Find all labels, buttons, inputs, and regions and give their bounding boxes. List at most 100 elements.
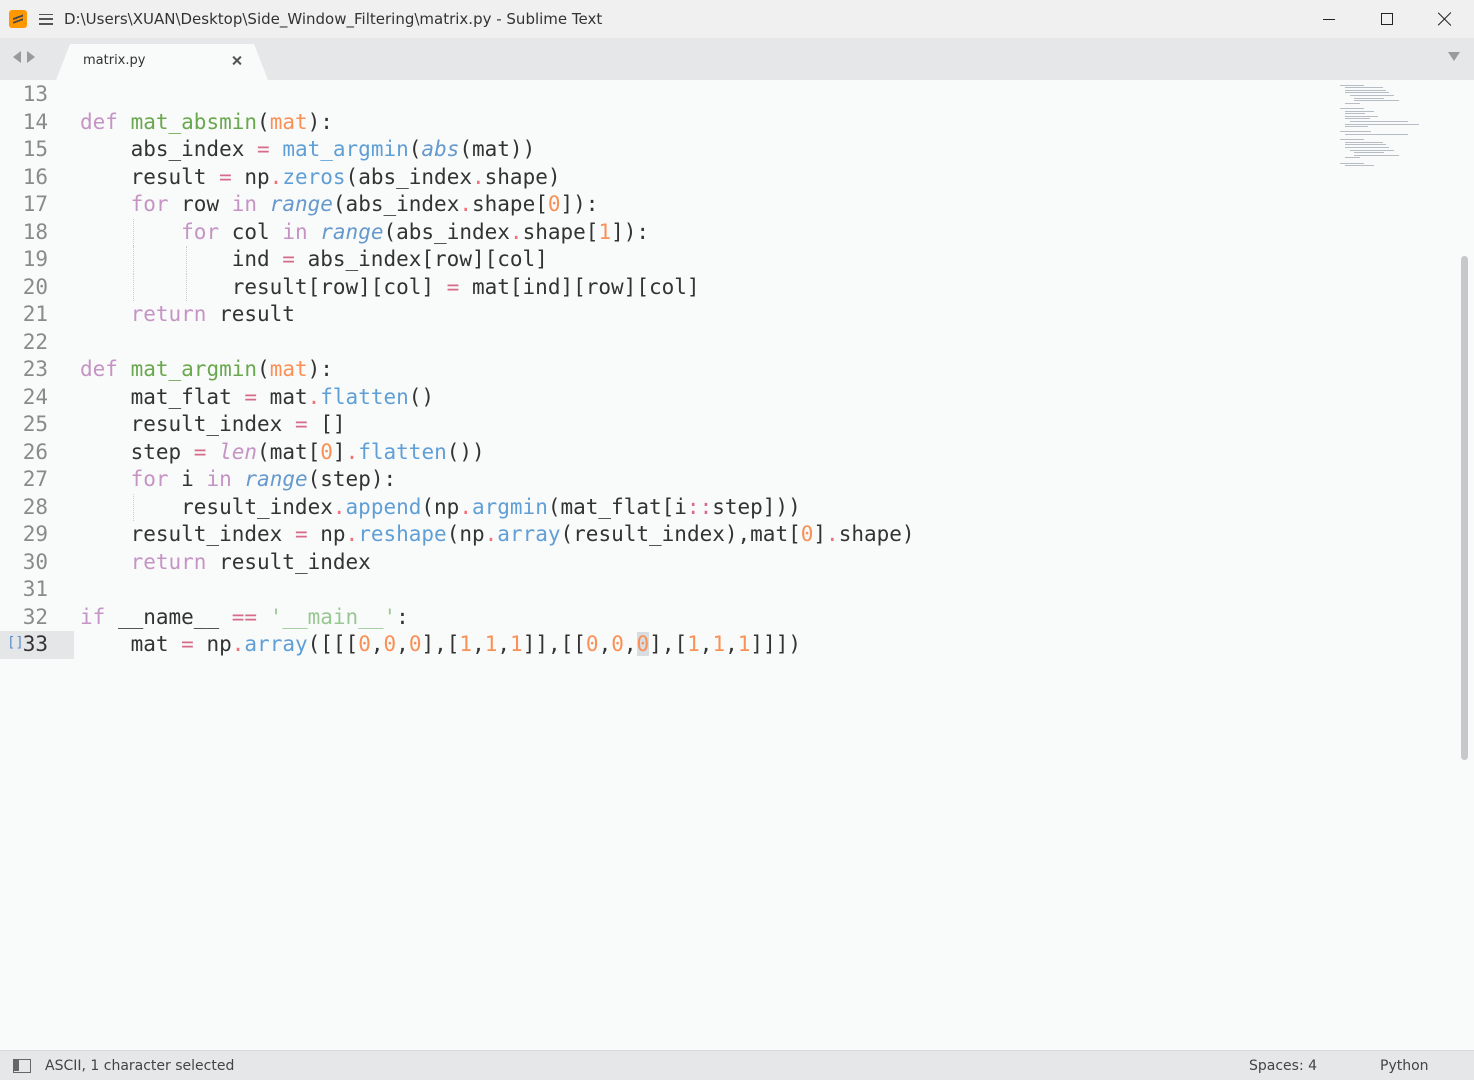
- minimize-icon: [1323, 18, 1335, 20]
- code-line[interactable]: 16 result = np.zeros(abs_index.shape): [0, 164, 1330, 192]
- code-text: step = len(mat[0].flatten()): [80, 439, 485, 464]
- minimap-line: [1340, 108, 1364, 109]
- code-text: return result: [130, 302, 295, 326]
- code-line[interactable]: 31: [0, 576, 1330, 604]
- indent-guide: [133, 246, 135, 274]
- minimize-button[interactable]: [1300, 0, 1358, 38]
- minimap-line: [1349, 149, 1394, 151]
- code-line[interactable]: 14 def mat_absmin(mat):: [0, 109, 1330, 137]
- code-line[interactable]: 18 for col in range(abs_index.shape[1]):: [0, 218, 1330, 246]
- line-number: 29: [22, 522, 48, 546]
- indent-guide: [185, 246, 187, 274]
- line-number: 17: [22, 192, 48, 216]
- minimap-line: [1340, 131, 1372, 133]
- code-line[interactable]: 26 step = len(mat[0].flatten()): [0, 439, 1330, 467]
- code-line[interactable]: 21 return result: [0, 301, 1330, 329]
- close-icon[interactable]: [231, 53, 243, 67]
- code-line[interactable]: 30 return result_index: [0, 549, 1330, 577]
- indent-guide: [133, 218, 135, 246]
- minimap-line: [1344, 165, 1374, 167]
- minimap-line: [1344, 141, 1384, 143]
- tab-nav-arrows: [13, 51, 35, 63]
- code-line[interactable]: 32 if __name__ == '__main__':: [0, 604, 1330, 632]
- indent-guide: [133, 493, 135, 521]
- minimap-line: [1344, 87, 1384, 89]
- code-text: result_index = np.reshape(np.array(resul…: [80, 522, 915, 546]
- minimap-line: [1344, 110, 1374, 112]
- minimap-line: [1344, 115, 1379, 117]
- triangle-down-icon[interactable]: [1448, 52, 1460, 61]
- vertical-scrollbar[interactable]: [1461, 80, 1469, 1050]
- code-text: mat_flat = mat.flatten(): [80, 384, 435, 409]
- minimap-line: [1344, 157, 1361, 159]
- line-number: 19: [22, 247, 48, 271]
- minimap-line: [1344, 92, 1390, 94]
- close-window-button[interactable]: [1416, 0, 1474, 38]
- triangle-left-icon[interactable]: [13, 51, 21, 63]
- status-encoding: ASCII, 1 character selected: [45, 1058, 235, 1074]
- sublime-text-icon[interactable]: [9, 10, 27, 28]
- triangle-right-icon[interactable]: [27, 51, 35, 63]
- minimap-line: [1340, 139, 1364, 141]
- line-number: 30: [22, 549, 48, 574]
- code-line[interactable]: 22: [0, 329, 1330, 357]
- minimap-line: [1344, 134, 1409, 135]
- code-text: ind = abs_index[row][col]: [80, 247, 548, 271]
- line-number: 25: [22, 412, 48, 436]
- code-line[interactable]: 23 def mat_argmin(mat):: [0, 356, 1330, 384]
- line-number: 18: [22, 219, 48, 244]
- minimap-line: [1349, 121, 1409, 122]
- line-number: 16: [22, 164, 48, 189]
- close-icon: [1438, 12, 1452, 26]
- code-line[interactable]: 29 result_index = np.reshape(np.array(re…: [0, 521, 1330, 549]
- line-number: 24: [22, 384, 48, 409]
- code-line[interactable]: 27 for i in range(step):: [0, 466, 1330, 494]
- editor-area[interactable]: 13 14 def mat_absmin(mat): 15 abs_index = m…: [0, 80, 1474, 1050]
- panel-icon[interactable]: [13, 1059, 31, 1073]
- line-number: 32: [22, 604, 48, 629]
- line-number: 28: [22, 494, 48, 519]
- maximize-button[interactable]: [1358, 0, 1416, 38]
- code-line[interactable]: 19 ind = abs_index[row][col]: [0, 246, 1330, 274]
- minimap-line: [1344, 126, 1368, 128]
- minimap-line: [1344, 113, 1366, 115]
- code-line[interactable]: 15 abs_index = mat_argmin(abs(mat)): [0, 136, 1330, 164]
- code-text: for col in range(abs_index.shape[1]):: [181, 219, 650, 244]
- code-text: result_index = []: [80, 412, 346, 436]
- scroll-thumb[interactable]: [1461, 256, 1468, 760]
- code-line[interactable]: 28 result_index.append(np.argmin(mat_fla…: [0, 493, 1330, 521]
- minimap-line: [1340, 162, 1364, 164]
- code-text: for row in range(abs_index.shape[0]):: [130, 192, 599, 216]
- tab-matrix-py[interactable]: matrix.py: [56, 44, 268, 80]
- line-number: 15: [22, 137, 48, 161]
- code-text: def mat_absmin(mat):: [80, 109, 333, 134]
- code-text: result_index.append(np.argmin(mat_flat[i…: [80, 494, 801, 519]
- status-indentation[interactable]: Spaces: 4: [1249, 1058, 1317, 1074]
- minimap[interactable]: [1338, 80, 1456, 170]
- code-text: result[row][col] = mat[ind][row][col]: [80, 274, 700, 299]
- status-syntax[interactable]: Python: [1380, 1058, 1429, 1074]
- code-line[interactable]: 24 mat_flat = mat.flatten(): [0, 384, 1330, 412]
- line-number: 21: [22, 302, 48, 326]
- tab-bar: matrix.py: [0, 38, 1474, 80]
- minimap-line: [1344, 89, 1386, 91]
- line-number: 23: [22, 357, 48, 381]
- code-text: result = np.zeros(abs_index.shape): [80, 164, 561, 189]
- code-line[interactable]: [] 33 mat = np.array([[[0,0,0],[1,1,1]],[…: [0, 631, 1330, 659]
- line-number: 22: [22, 329, 48, 354]
- code-line[interactable]: 17 for row in range(abs_index.shape[0]):: [0, 191, 1330, 219]
- status-bar: ASCII, 1 character selected Spaces: 4 Py…: [0, 1050, 1474, 1080]
- window-title: D:\Users\XUAN\Desktop\Side_Window_Filter…: [64, 10, 603, 28]
- code-line[interactable]: 25 result_index = []: [0, 411, 1330, 439]
- line-number: 26: [22, 439, 48, 464]
- indent-guide: [133, 273, 135, 301]
- title-bar: D:\Users\XUAN\Desktop\Side_Window_Filter…: [0, 0, 1474, 38]
- minimap-line: [1354, 152, 1385, 154]
- line-number: 20: [22, 274, 48, 299]
- minimap-line: [1354, 154, 1399, 156]
- hamburger-menu-icon[interactable]: [39, 13, 53, 25]
- line-number: 31: [22, 577, 48, 601]
- tab-label: matrix.py: [83, 53, 146, 68]
- code-line[interactable]: 13: [0, 81, 1330, 109]
- code-line[interactable]: 20 result[row][col] = mat[ind][row][col]: [0, 273, 1330, 301]
